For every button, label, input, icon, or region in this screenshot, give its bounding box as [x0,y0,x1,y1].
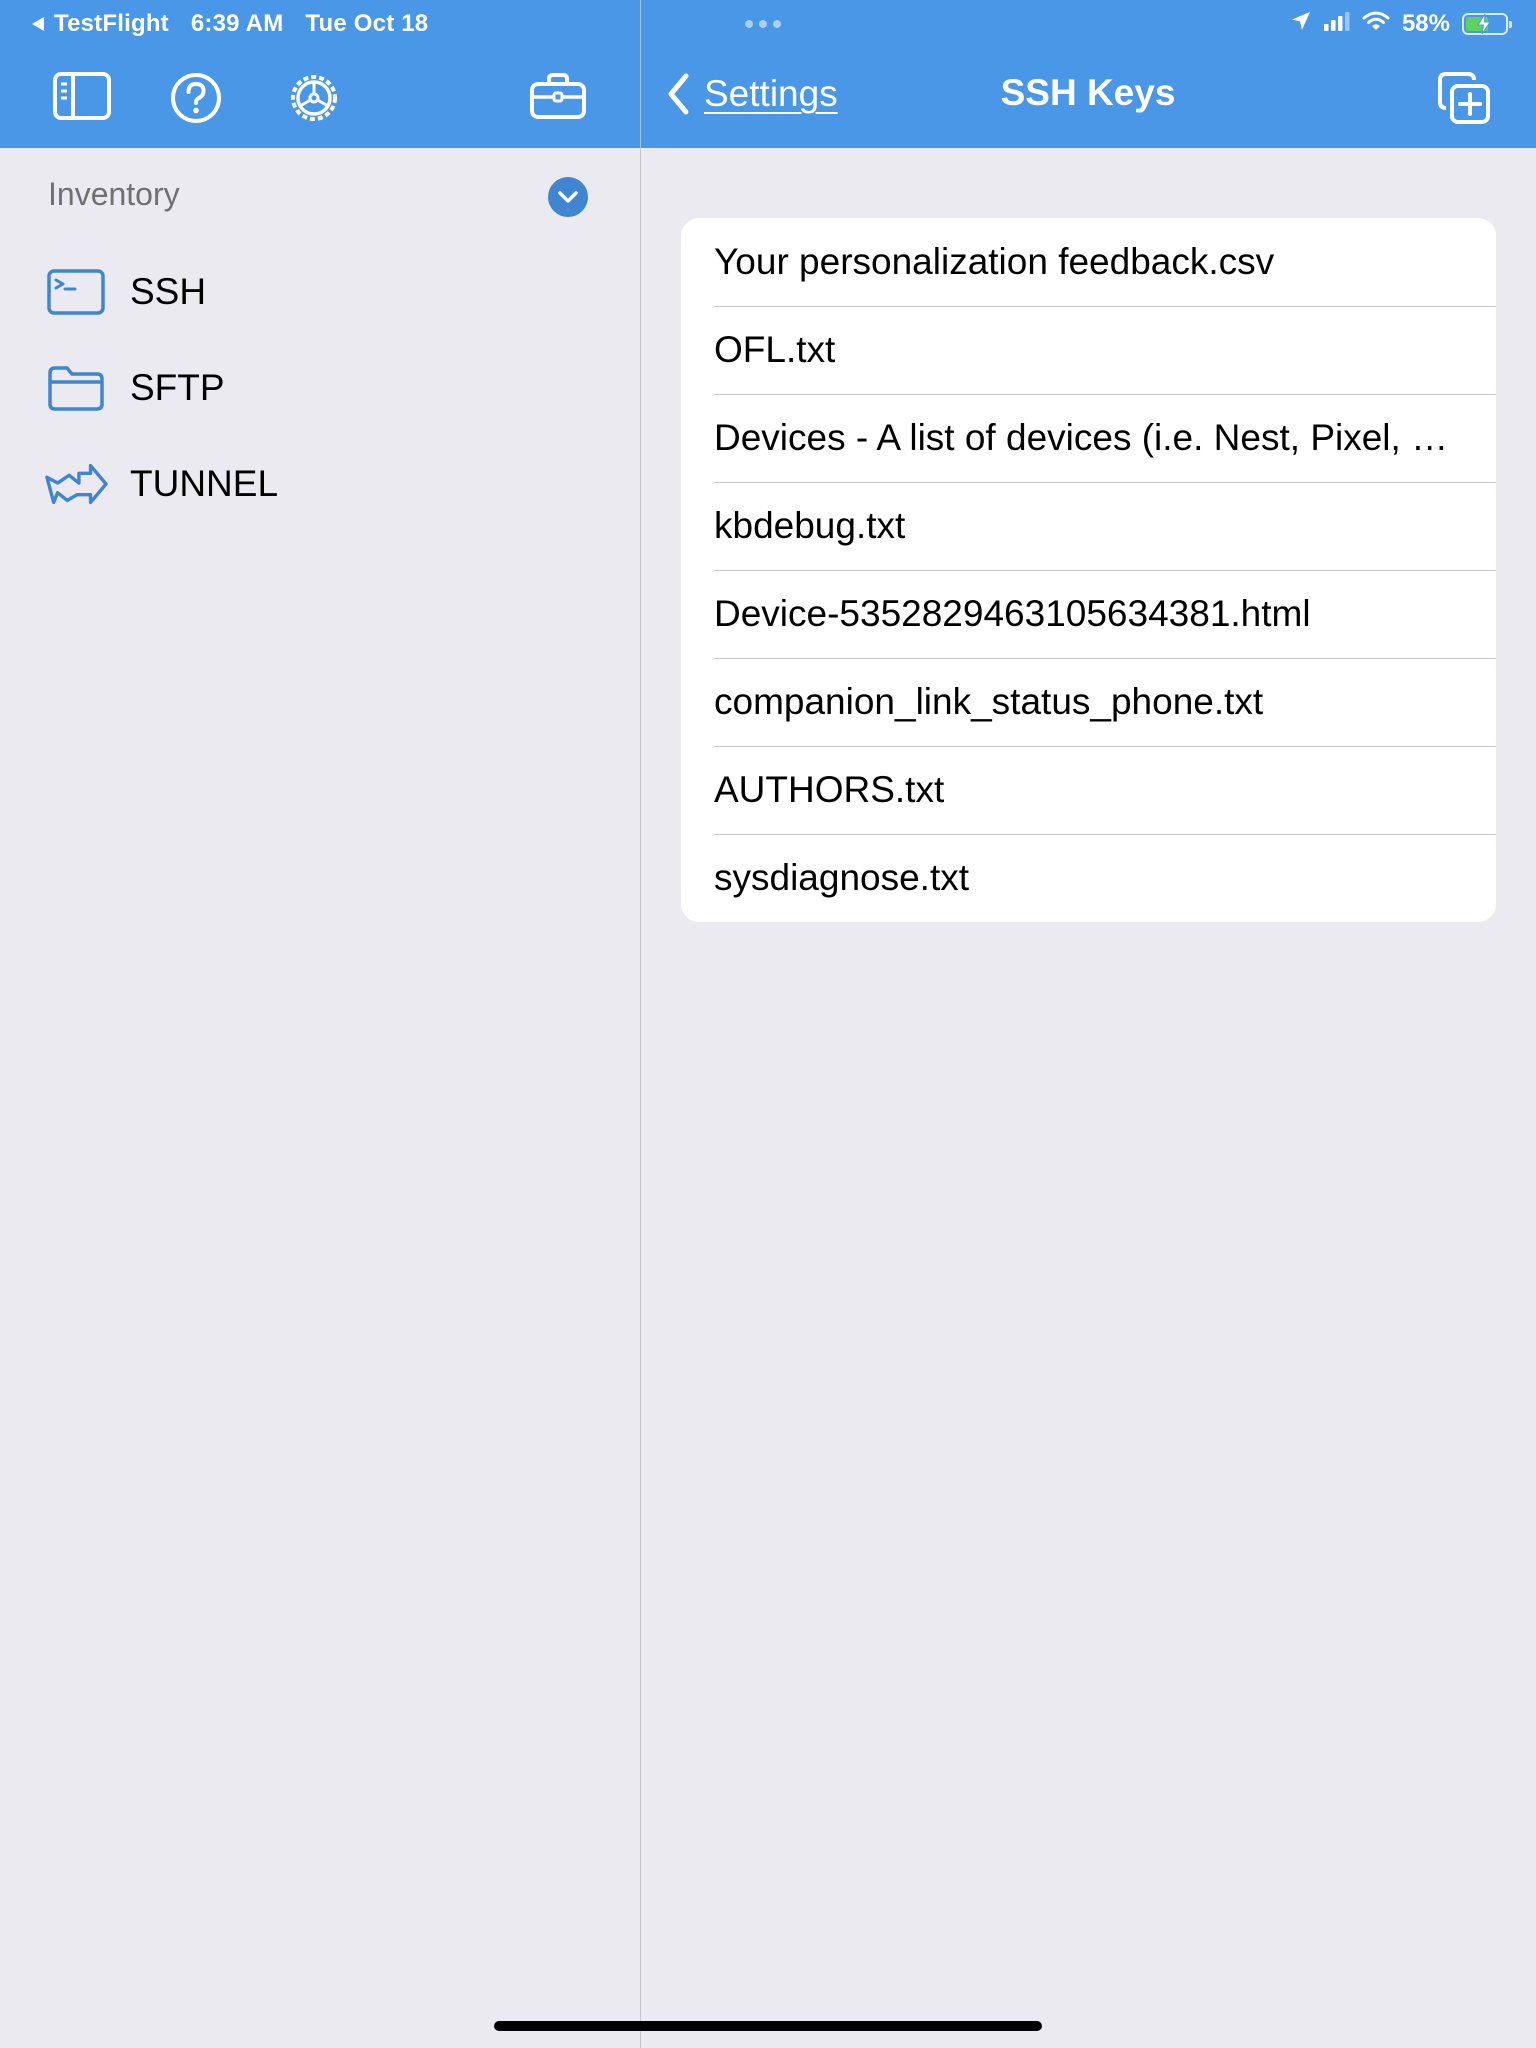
sidebar-section-title: Inventory [48,176,180,212]
home-indicator[interactable] [494,2021,1042,2031]
folder-icon [44,358,108,418]
ssh-keys-file-list: Your personalization feedback.csv OFL.tx… [681,218,1496,922]
page-title: SSH Keys [1000,72,1176,113]
sidebar-item-sftp[interactable]: SFTP [44,358,225,418]
settings-gear-icon[interactable] [286,70,342,126]
back-to-app-icon[interactable] [32,17,44,31]
file-list-item[interactable]: Devices - A list of devices (i.e. Nest, … [681,394,1496,482]
file-list-item[interactable]: Device-5352829463105634381.html [681,570,1496,658]
sidebar-item-label: SSH [130,271,207,312]
battery-percent: 58% [1401,10,1450,37]
status-bar-right: 58% [1290,8,1512,40]
file-list-item[interactable]: Your personalization feedback.csv [681,218,1496,306]
back-app-label[interactable]: TestFlight [54,10,169,38]
status-bar-left: TestFlight 6:39 AM Tue Oct 18 [32,8,428,40]
section-collapse-button[interactable] [548,177,588,217]
cellular-signal-icon [1323,10,1350,38]
location-arrow-icon [1290,10,1312,39]
top-bar: TestFlight 6:39 AM Tue Oct 18 58% Settin… [0,0,1536,148]
sidebar-item-ssh[interactable]: SSH [44,262,206,322]
file-list-item[interactable]: sysdiagnose.txt [681,834,1496,922]
terminal-icon [44,262,108,322]
sidebar-item-label: SFTP [130,367,225,408]
sidebar-item-tunnel[interactable]: TUNNEL [44,454,278,514]
status-time: 6:39 AM [190,10,284,37]
status-date: Tue Oct 18 [305,10,429,37]
battery-icon [1462,13,1512,35]
tunnel-arrow-icon [44,454,108,514]
file-list-item[interactable]: AUTHORS.txt [681,746,1496,834]
multitasking-dots-icon[interactable] [745,20,781,28]
split-view-divider [640,148,641,2048]
file-list-item[interactable]: OFL.txt [681,306,1496,394]
sidebar-toggle-icon[interactable] [52,70,112,122]
file-list-item[interactable]: kbdebug.txt [681,482,1496,570]
help-icon[interactable] [168,70,224,126]
chevron-down-icon [558,191,578,203]
briefcase-icon[interactable] [528,70,588,122]
sidebar-item-label: TUNNEL [130,463,279,504]
add-copy-icon[interactable] [1436,70,1492,126]
wifi-icon [1362,10,1390,39]
file-list-item[interactable]: companion_link_status_phone.txt [681,658,1496,746]
